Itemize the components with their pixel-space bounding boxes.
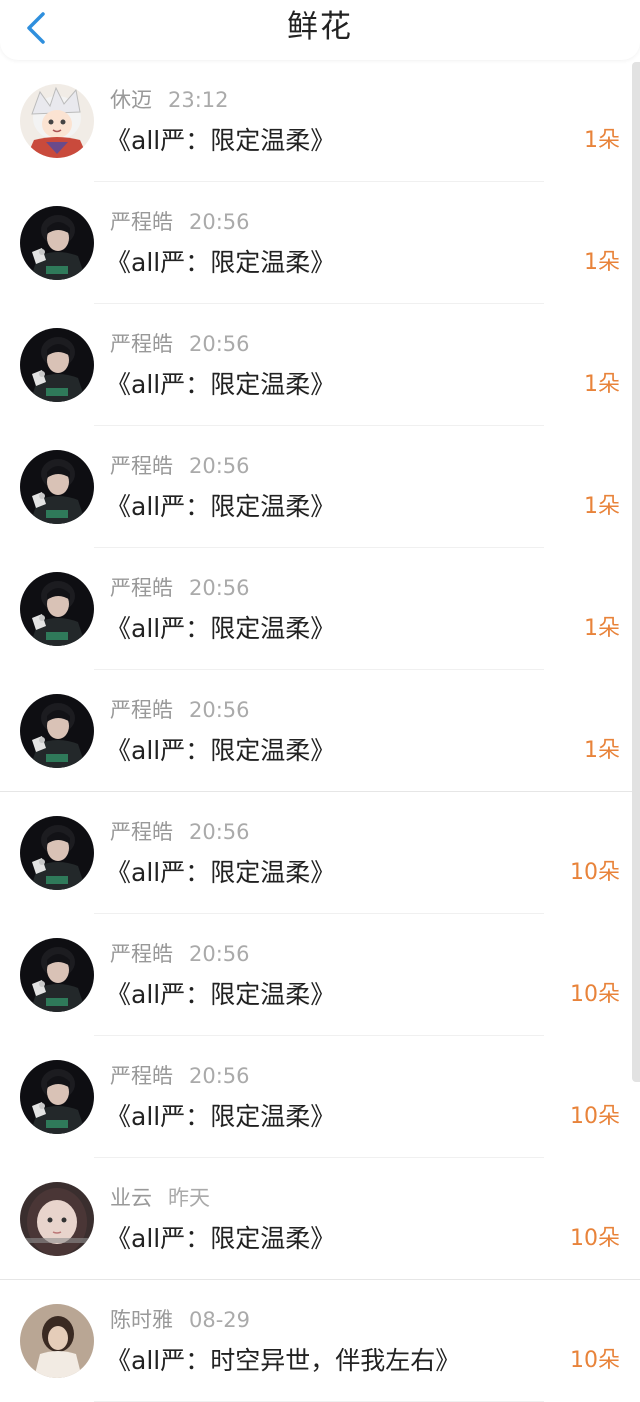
work-title[interactable]: 《all严：限定温柔》 [106, 246, 335, 280]
list-item[interactable]: 业云 昨天《all严：限定温柔》 10朵 [0, 1158, 640, 1280]
flower-count: 1朵 [584, 250, 620, 275]
avatar[interactable] [20, 328, 94, 402]
list-item[interactable]: 严程皓 20:56 《all严：限定温柔》 1朵 [0, 182, 640, 304]
sender-name[interactable]: 休迈 [110, 88, 152, 112]
sender-name[interactable]: 严程皓 [110, 576, 173, 600]
avatar[interactable] [20, 816, 94, 890]
flower-count: 10朵 [570, 1348, 620, 1373]
record-meta: 严程皓 20:56 [110, 574, 250, 602]
list-item[interactable]: 陈时雅 08-29 《all严：时空异世，伴我左右》 10朵 [0, 1280, 640, 1402]
record-meta: 严程皓 20:56 [110, 940, 250, 968]
send-time: 20:56 [189, 1064, 250, 1088]
avatar[interactable] [20, 206, 94, 280]
flower-count: 10朵 [570, 860, 620, 885]
send-time: 20:56 [189, 820, 250, 844]
sender-name[interactable]: 严程皓 [110, 210, 173, 234]
list-item[interactable]: 严程皓 20:56 《all严：限定温柔》 1朵 [0, 426, 640, 548]
send-time: 20:56 [189, 332, 250, 356]
send-time: 20:56 [189, 698, 250, 722]
flower-count: 1朵 [584, 616, 620, 641]
record-meta: 严程皓 20:56 [110, 330, 250, 358]
work-title[interactable]: 《all严：时空异世，伴我左右》 [106, 1344, 460, 1378]
record-meta: 严程皓 20:56 [110, 818, 250, 846]
list-item[interactable]: 严程皓 20:56 《all严：限定温柔》 1朵 [0, 670, 640, 792]
avatar[interactable] [20, 84, 94, 158]
send-time: 20:56 [189, 942, 250, 966]
record-meta: 严程皓 20:56 [110, 208, 250, 236]
list-item[interactable]: 严程皓 20:56 《all严：限定温柔》 10朵 [0, 792, 640, 914]
work-title[interactable]: 《all严：限定温柔》 [106, 1100, 335, 1134]
list-item[interactable]: 严程皓 20:56 《all严：限定温柔》 10朵 [0, 914, 640, 1036]
record-meta: 严程皓 20:56 [110, 452, 250, 480]
work-title[interactable]: 《all严：限定温柔》 [106, 612, 335, 646]
avatar[interactable] [20, 694, 94, 768]
list-item[interactable]: 休迈 23:12 《all严：限定温柔》 1朵 [0, 60, 640, 182]
send-time: 昨天 [168, 1186, 210, 1210]
record-meta: 休迈 23:12 [110, 86, 229, 114]
sender-name[interactable]: 严程皓 [110, 454, 173, 478]
sender-name[interactable]: 严程皓 [110, 942, 173, 966]
list-item[interactable]: 严程皓 20:56 《all严：限定温柔》 10朵 [0, 1036, 640, 1158]
work-title[interactable]: 《all严：限定温柔》 [106, 856, 335, 890]
sender-name[interactable]: 业云 [110, 1186, 152, 1210]
work-title[interactable]: 《all严：限定温柔》 [106, 978, 335, 1012]
send-time: 20:56 [189, 576, 250, 600]
sender-name[interactable]: 严程皓 [110, 332, 173, 356]
send-time: 23:12 [168, 88, 229, 112]
sender-name[interactable]: 严程皓 [110, 698, 173, 722]
avatar[interactable] [20, 938, 94, 1012]
record-meta: 严程皓 20:56 [110, 1062, 250, 1090]
avatar[interactable] [20, 450, 94, 524]
sender-name[interactable]: 严程皓 [110, 820, 173, 844]
work-title[interactable]: 《all严：限定温柔》 [106, 1222, 335, 1256]
avatar[interactable] [20, 572, 94, 646]
record-meta: 业云 昨天 [110, 1184, 210, 1212]
work-title[interactable]: 《all严：限定温柔》 [106, 368, 335, 402]
flower-count: 10朵 [570, 982, 620, 1007]
flower-count: 10朵 [570, 1226, 620, 1251]
send-time: 20:56 [189, 210, 250, 234]
flower-count: 1朵 [584, 372, 620, 397]
flower-record-list: 休迈 23:12 《all严：限定温柔》 1朵 严程皓 20:56 《all严：限定温柔》 1… [0, 60, 640, 1402]
list-item[interactable]: 严程皓 20:56 《all严：限定温柔》 1朵 [0, 548, 640, 670]
send-time: 20:56 [189, 454, 250, 478]
sender-name[interactable]: 严程皓 [110, 1064, 173, 1088]
flower-count: 1朵 [584, 128, 620, 153]
work-title[interactable]: 《all严：限定温柔》 [106, 124, 335, 158]
avatar[interactable] [20, 1060, 94, 1134]
record-meta: 严程皓 20:56 [110, 696, 250, 724]
record-meta: 陈时雅 08-29 [110, 1306, 250, 1334]
flower-count: 1朵 [584, 738, 620, 763]
work-title[interactable]: 《all严：限定温柔》 [106, 490, 335, 524]
list-item[interactable]: 严程皓 20:56 《all严：限定温柔》 1朵 [0, 304, 640, 426]
scrollbar[interactable] [632, 62, 640, 1082]
send-time: 08-29 [189, 1308, 251, 1332]
flower-count: 10朵 [570, 1104, 620, 1129]
page-title: 鲜花 [287, 9, 353, 45]
flower-count: 1朵 [584, 494, 620, 519]
top-nav-bar: 鲜花 [0, 0, 640, 60]
work-title[interactable]: 《all严：限定温柔》 [106, 734, 335, 768]
sender-name[interactable]: 陈时雅 [110, 1308, 173, 1332]
avatar[interactable] [20, 1182, 94, 1256]
